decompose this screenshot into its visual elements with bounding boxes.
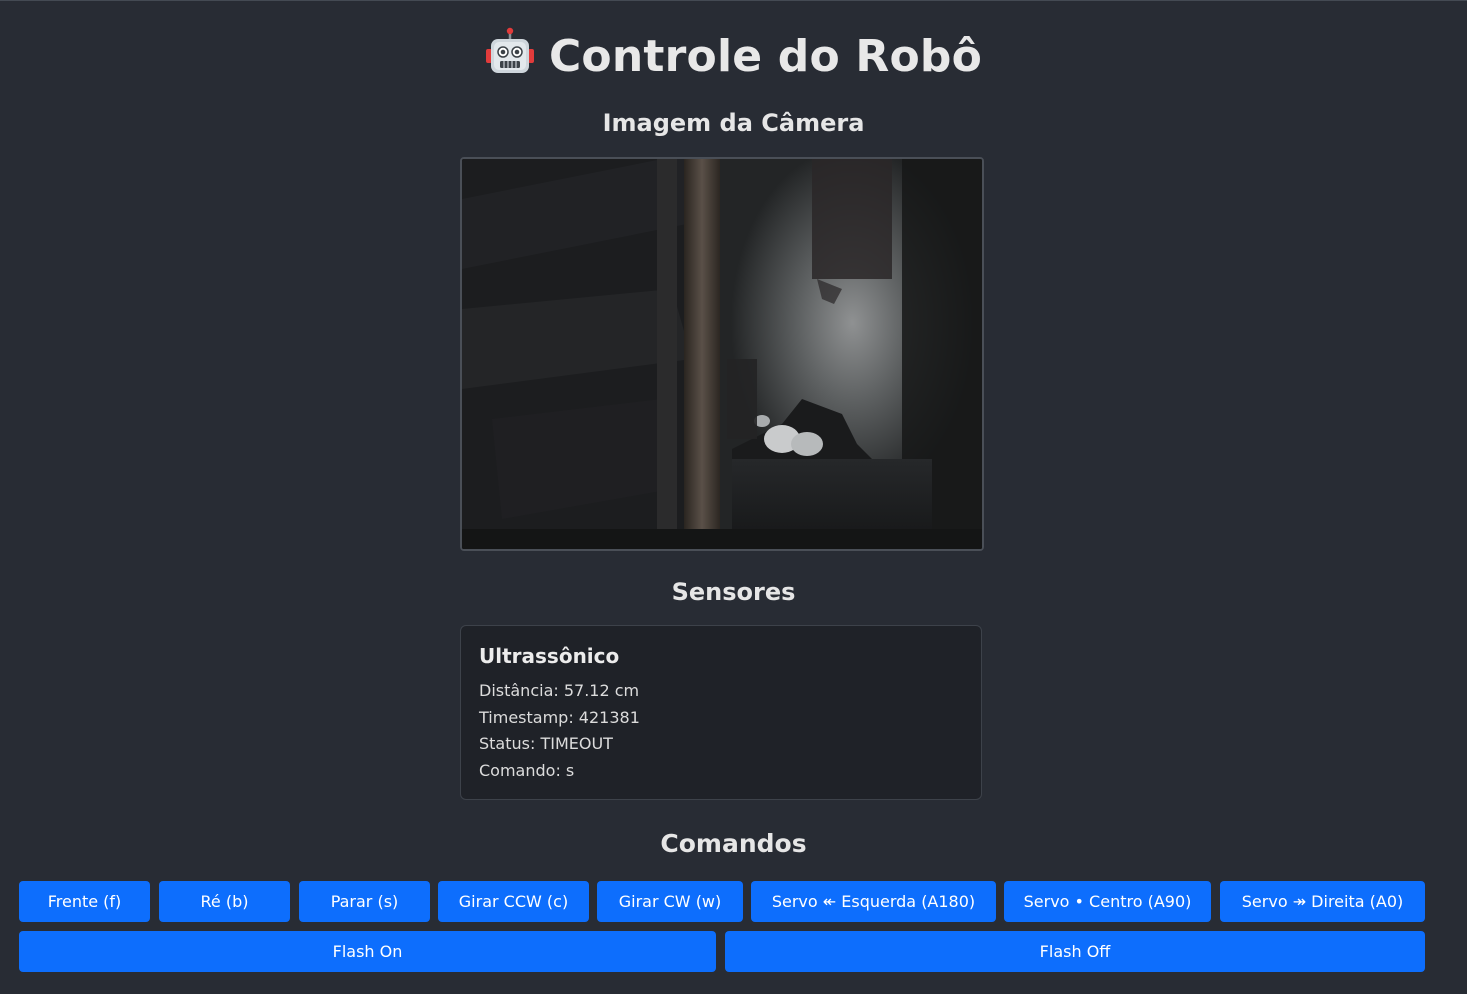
sensor-status: Status: TIMEOUT xyxy=(479,734,613,753)
sensor-timestamp: Timestamp: 421381 xyxy=(479,707,640,727)
stop-button[interactable]: Parar (s) xyxy=(299,881,430,922)
sensor-card-title: Ultrassônico xyxy=(479,644,620,668)
commands-heading: Comandos xyxy=(660,829,807,858)
servo-left-button[interactable]: Servo ↞ Esquerda (A180) xyxy=(751,881,996,922)
robot-icon xyxy=(485,27,535,77)
camera-image xyxy=(460,157,984,551)
rotate-ccw-button[interactable]: Girar CCW (c) xyxy=(438,881,589,922)
servo-right-button[interactable]: Servo ↠ Direita (A0) xyxy=(1220,881,1425,922)
sensors-heading: Sensores xyxy=(671,578,796,606)
forward-button[interactable]: Frente (f) xyxy=(19,881,150,922)
camera-heading: Imagem da Câmera xyxy=(602,109,865,137)
servo-center-button[interactable]: Servo • Centro (A90) xyxy=(1004,881,1211,922)
robot-control-page: Controle do Robô Imagem da Câmera Sensor… xyxy=(0,0,1467,994)
page-title-block: Controle do Robô xyxy=(0,27,1467,82)
reverse-button[interactable]: Ré (b) xyxy=(159,881,290,922)
ultrasonic-sensor-card: Ultrassônico Distância: 57.12 cm Timesta… xyxy=(460,625,982,800)
rotate-cw-button[interactable]: Girar CW (w) xyxy=(597,881,743,922)
sensor-distance: Distância: 57.12 cm xyxy=(479,681,640,700)
flash-on-button[interactable]: Flash On xyxy=(19,931,716,972)
page-title: Controle do Robô xyxy=(548,31,983,82)
flash-off-button[interactable]: Flash Off xyxy=(725,931,1425,972)
sensor-command: Comando: s xyxy=(479,760,575,780)
